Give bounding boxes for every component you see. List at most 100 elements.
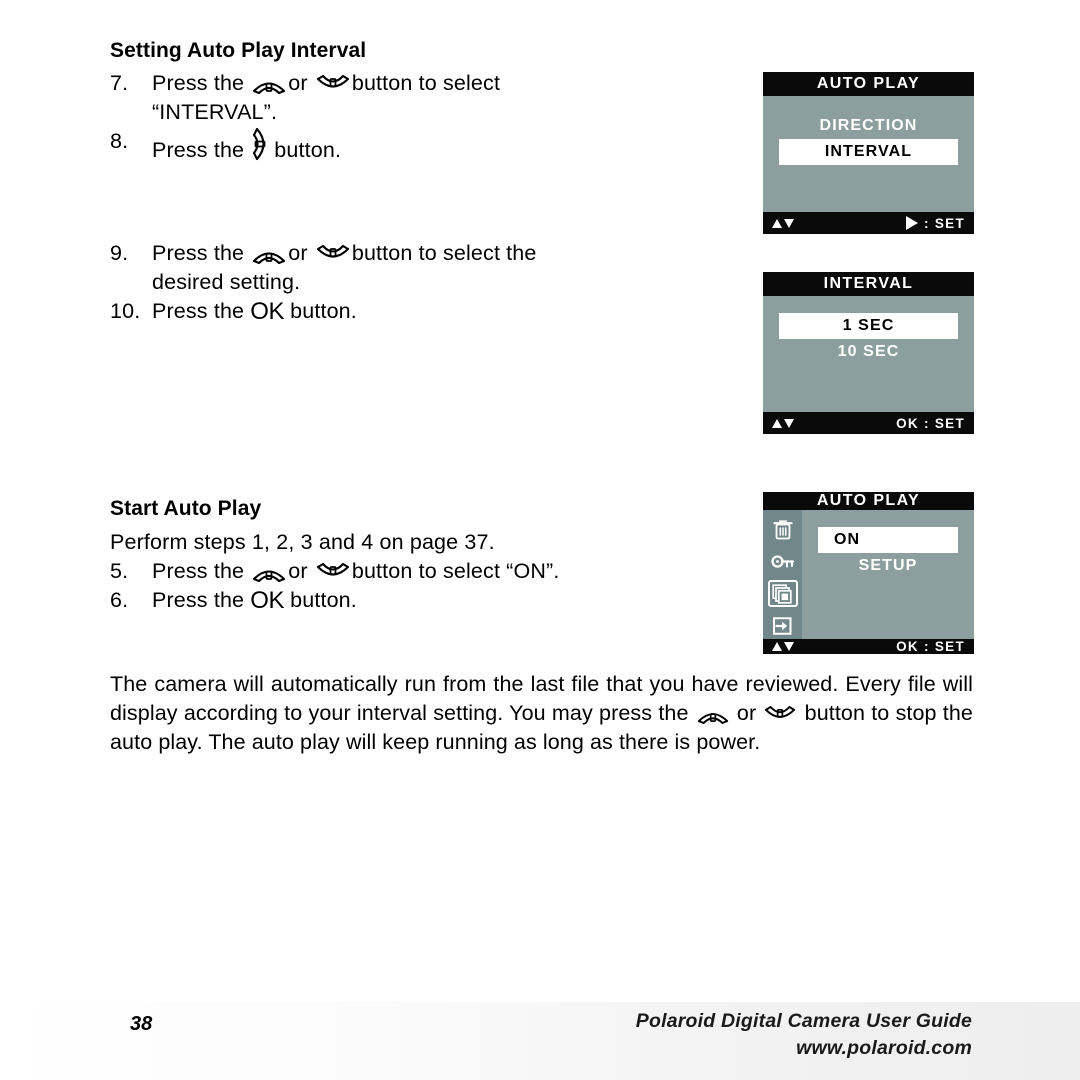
body-paragraph: The camera will automatically run from t… bbox=[110, 670, 973, 757]
up-down-triangles-icon bbox=[772, 418, 794, 428]
down-button-icon bbox=[764, 706, 796, 724]
step-text-after: button to select the bbox=[351, 241, 537, 266]
step-6: 6. Press the OK button. bbox=[110, 586, 675, 615]
step-text: Press the button. bbox=[152, 127, 675, 165]
lcd-body: 1 SEC 10 SEC bbox=[763, 296, 974, 412]
lcd-set-hint: OK : SET bbox=[896, 416, 965, 431]
step-text-before: Press the bbox=[152, 241, 245, 266]
step-text: Press the or button to select “INTERVAL”… bbox=[152, 69, 675, 127]
step-number: 9. bbox=[110, 241, 129, 266]
up-button-icon bbox=[252, 563, 286, 582]
step-text: Press the or button to select “ON”. bbox=[152, 557, 675, 586]
triangle-down-icon bbox=[784, 418, 794, 428]
lcd-title: AUTO PLAY bbox=[763, 492, 974, 510]
step-text-between: or bbox=[288, 71, 308, 96]
up-down-triangles-icon bbox=[772, 218, 794, 228]
step-text-after: button to select “ON”. bbox=[351, 558, 560, 583]
lcd-set-hint-label: OK : SET bbox=[896, 415, 965, 431]
step-text-between: or bbox=[288, 558, 308, 583]
lcd-option-1sec-selected[interactable]: 1 SEC bbox=[779, 313, 958, 339]
step-text: Press the or button to select the desire… bbox=[152, 239, 675, 297]
triangle-up-icon bbox=[772, 418, 782, 428]
section-heading-start-auto-play: Start Auto Play bbox=[110, 497, 262, 521]
lcd-screen-interval-values: INTERVAL 1 SEC 10 SEC OK : SET bbox=[763, 272, 974, 434]
lcd-option-list: ON SETUP bbox=[802, 510, 974, 639]
step-text-after: button. bbox=[290, 587, 357, 612]
ok-button-glyph: OK bbox=[250, 586, 284, 614]
step-text-before: Press the bbox=[152, 587, 245, 612]
lcd-title: AUTO PLAY bbox=[763, 72, 974, 96]
exit-arrow-icon[interactable] bbox=[768, 612, 798, 639]
step-text-after: button. bbox=[290, 299, 357, 324]
down-button-icon bbox=[316, 562, 350, 582]
up-button-icon bbox=[252, 75, 286, 95]
step-list-start-auto-play: 5. Press the or button to select “ON”. 6… bbox=[110, 557, 675, 615]
step-number: 5. bbox=[110, 558, 129, 583]
step-continuation: desired setting. bbox=[152, 270, 301, 295]
lcd-body: ON SETUP bbox=[763, 510, 974, 639]
lcd-footer: OK : SET bbox=[763, 639, 974, 654]
step-text-before: Press the bbox=[152, 138, 245, 163]
step-continuation: “INTERVAL”. bbox=[152, 100, 278, 125]
step-text: Press the OK button. bbox=[152, 297, 675, 326]
trash-icon[interactable] bbox=[768, 516, 798, 543]
up-button-icon bbox=[697, 706, 729, 724]
step-8: 8. Press the button. bbox=[110, 127, 675, 165]
section-heading-setting-auto-play-interval: Setting Auto Play Interval bbox=[110, 39, 367, 62]
up-down-triangles-icon bbox=[772, 642, 794, 651]
lcd-screen-auto-play-on: AUTO PLAY ON SETUP OK: SET bbox=[763, 492, 974, 654]
down-button-icon bbox=[316, 75, 350, 94]
manual-page: Setting Auto Play Interval 7. Press the … bbox=[0, 0, 1080, 1080]
triangle-up-icon bbox=[772, 218, 782, 228]
step-9: 9. Press the or button to select the des… bbox=[110, 239, 675, 297]
step-7: 7. Press the or button to select “INTERV… bbox=[110, 69, 675, 127]
triangle-up-icon bbox=[772, 642, 782, 651]
lcd-option-list: 1 SEC 10 SEC bbox=[763, 296, 974, 412]
page-number: 38 bbox=[130, 1013, 153, 1035]
footer-branding: Polaroid Digital Camera User Guide www.p… bbox=[636, 1008, 972, 1062]
lcd-screen-auto-play-interval: AUTO PLAY DIRECTION INTERVAL : SET bbox=[763, 72, 974, 234]
ok-button-glyph: OK bbox=[250, 298, 284, 326]
lcd-option-direction[interactable]: DIRECTION bbox=[763, 113, 974, 139]
lcd-option-list: DIRECTION INTERVAL bbox=[763, 96, 974, 212]
lcd-set-hint-label: : SET bbox=[923, 215, 965, 231]
step-text-after: button to select bbox=[351, 71, 501, 96]
triangle-down-icon bbox=[784, 218, 794, 228]
step-number: 10. bbox=[110, 299, 141, 324]
triangle-down-icon bbox=[784, 642, 794, 651]
text-column: Setting Auto Play Interval 7. Press the … bbox=[110, 38, 675, 615]
start-auto-play-intro: Perform steps 1, 2, 3 and 4 on page 37. bbox=[110, 529, 495, 554]
step-text-before: Press the bbox=[152, 71, 245, 96]
key-icon[interactable] bbox=[768, 548, 798, 575]
lcd-body: DIRECTION INTERVAL bbox=[763, 96, 974, 212]
step-5: 5. Press the or button to select “ON”. bbox=[110, 557, 675, 586]
down-button-icon bbox=[316, 245, 350, 264]
step-number: 6. bbox=[110, 587, 129, 612]
lcd-option-interval-selected[interactable]: INTERVAL bbox=[779, 139, 958, 165]
lcd-set-hint: : SET bbox=[905, 215, 965, 231]
step-10: 10. Press the OK button. bbox=[110, 297, 675, 326]
step-number: 7. bbox=[110, 71, 129, 96]
lcd-footer: : SET bbox=[763, 212, 974, 234]
lcd-title: INTERVAL bbox=[763, 272, 974, 296]
step-number: 8. bbox=[110, 129, 129, 154]
right-button-icon bbox=[252, 127, 272, 161]
footer-guide-title: Polaroid Digital Camera User Guide bbox=[635, 1010, 972, 1032]
lcd-option-setup[interactable]: SETUP bbox=[802, 553, 974, 579]
step-text-after: button. bbox=[274, 138, 342, 163]
paragraph-segment-2: or bbox=[736, 701, 757, 725]
lcd-mode-sidebar bbox=[763, 510, 802, 639]
lcd-set-hint: OK : SET bbox=[896, 639, 965, 654]
lcd-set-hint-label: OK : SET bbox=[896, 639, 965, 654]
step-text-before: Press the bbox=[152, 558, 245, 583]
step-list-setting-interval: 7. Press the or button to select “INTERV… bbox=[110, 69, 675, 165]
lcd-option-10sec[interactable]: 10 SEC bbox=[763, 339, 974, 365]
footer-website-url: www.polaroid.com bbox=[796, 1037, 972, 1059]
lcd-footer: OK : SET bbox=[763, 412, 974, 434]
step-text-between: or bbox=[288, 241, 308, 266]
up-button-icon bbox=[252, 245, 286, 265]
slideshow-frames-icon[interactable] bbox=[767, 580, 798, 607]
step-list-interval-values: 9. Press the or button to select the des… bbox=[110, 239, 675, 326]
right-triangle-icon bbox=[905, 216, 918, 230]
lcd-option-on-selected[interactable]: ON bbox=[818, 527, 958, 553]
